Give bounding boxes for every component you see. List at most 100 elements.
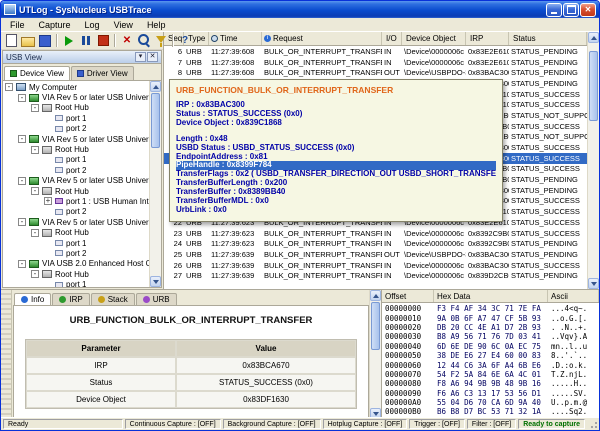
tab-label: Device View (20, 69, 64, 78)
tree-expander-icon[interactable]: - (31, 104, 39, 112)
save-log-button[interactable] (37, 33, 53, 48)
tree-item[interactable]: +port 1 : USB Human Interface Device (3, 196, 149, 206)
tree-expander-icon[interactable]: - (31, 187, 39, 195)
menu-item[interactable]: Log (78, 19, 107, 31)
tree-item[interactable]: port 2 (3, 248, 149, 258)
tree-expander-icon[interactable]: - (31, 229, 39, 237)
new-capture-button[interactable] (3, 33, 19, 48)
tab-irp[interactable]: IRP (52, 293, 89, 305)
status-segment: Continuous Capture : [OFF] (125, 419, 221, 429)
maximize-button[interactable] (563, 3, 579, 17)
tree-item[interactable]: -VIA Rev 5 or later USB Universal Host C… (3, 92, 149, 102)
help-button[interactable] (177, 33, 193, 48)
tab-stack[interactable]: Stack (91, 293, 135, 305)
column-header[interactable]: Time (209, 32, 262, 45)
trace-row[interactable]: 25URB11:27:39:639BULK_OR_INTERRUPT_TRANS… (164, 249, 587, 260)
stop-capture-button[interactable] (95, 33, 111, 48)
tree-item[interactable]: -Root Hub (3, 227, 149, 237)
tab-info[interactable]: Info (14, 293, 51, 305)
open-log-button[interactable] (20, 33, 36, 48)
find-button[interactable] (136, 33, 152, 48)
tree-item[interactable]: port 1 (3, 238, 149, 248)
tree-item[interactable]: -VIA USB 2.0 Enhanced Host Controller (3, 259, 149, 269)
scroll-thumb[interactable] (151, 93, 160, 148)
scroll-track[interactable] (370, 301, 381, 408)
scroll-down-icon[interactable] (150, 276, 161, 287)
usbview-close-button[interactable] (147, 52, 158, 62)
menu-item[interactable]: Capture (32, 19, 78, 31)
tree-item[interactable]: -VIA Rev 5 or later USB Universal Host C… (3, 134, 149, 144)
tree-expander-icon[interactable]: + (44, 197, 52, 205)
scroll-thumb[interactable] (371, 302, 380, 350)
minimize-button[interactable] (546, 3, 562, 17)
popup-title: URB_FUNCTION_BULK_OR_INTERRUPT_TRANSFER (176, 85, 496, 95)
pause-capture-button[interactable] (78, 33, 94, 48)
tree-item[interactable]: -Root Hub (3, 103, 149, 113)
close-button[interactable] (580, 3, 596, 17)
tree-item-label: VIA Rev 5 or later USB Universal Host Co… (42, 176, 149, 185)
column-header-icon (211, 35, 218, 42)
scroll-track[interactable] (588, 43, 599, 278)
tree-item[interactable]: port 2 (3, 207, 149, 217)
trace-row[interactable]: 27URB11:27:39:639BULK_OR_INTERRUPT_TRANS… (164, 270, 587, 281)
popup-field-value: USBD_STATUS_SUCCESS (0x0) (232, 144, 354, 152)
trace-row[interactable]: 8URB11:27:39:608BULK_OR_INTERRUPT_TRANSF… (164, 67, 587, 78)
tab-urb[interactable]: URB (136, 293, 177, 305)
tree-item[interactable]: -Root Hub (3, 269, 149, 279)
menu-item[interactable]: Help (140, 19, 173, 31)
tree-item[interactable]: port 2 (3, 165, 149, 175)
tree-item[interactable]: port 1 (3, 155, 149, 165)
trace-row[interactable]: 7URB11:27:39:608BULK_OR_INTERRUPT_TRANSF… (164, 57, 587, 68)
info-panel-grip[interactable] (1, 290, 12, 419)
start-capture-button[interactable] (61, 33, 77, 48)
menu-item[interactable]: View (107, 19, 140, 31)
filter-button[interactable] (153, 33, 169, 48)
scroll-up-icon[interactable] (370, 290, 381, 301)
scroll-thumb[interactable] (589, 51, 598, 121)
tree-expander-icon[interactable]: - (18, 135, 26, 143)
trace-row[interactable]: 23URB11:27:39:623BULK_OR_INTERRUPT_TRANS… (164, 228, 587, 239)
column-header[interactable]: Request (262, 32, 382, 45)
trace-scrollbar[interactable] (587, 32, 599, 289)
tree-expander-icon[interactable]: - (31, 270, 39, 278)
scroll-track[interactable] (150, 92, 161, 276)
clear-log-button[interactable] (119, 33, 135, 48)
trace-row[interactable]: 6URB11:27:39:608BULK_OR_INTERRUPT_TRANSF… (164, 46, 587, 57)
tree-scrollbar[interactable] (149, 81, 161, 287)
tree-item-icon (55, 157, 63, 163)
cell-io: OUT (382, 68, 402, 77)
tab-label: IRP (69, 295, 82, 304)
tree-expander-icon[interactable]: - (5, 83, 13, 91)
resize-grip[interactable] (588, 419, 598, 429)
usbview-pin-button[interactable] (135, 52, 146, 62)
tab-driver-view[interactable]: Driver View (71, 66, 134, 80)
tree-expander-icon[interactable]: - (18, 94, 26, 102)
tree-item[interactable]: - VIA Rev 5 or later USB Universal Host C… (3, 176, 149, 186)
info-scrollbar[interactable] (369, 290, 381, 419)
tab-device-view[interactable]: Device View (4, 66, 70, 80)
tree-item[interactable]: port 1 (3, 113, 149, 123)
scroll-down-icon[interactable] (588, 278, 599, 289)
trace-row[interactable]: 26URB11:27:39:639BULK_OR_INTERRUPT_TRANS… (164, 260, 587, 271)
scroll-up-icon[interactable] (588, 32, 599, 43)
tree-item[interactable]: port 2 (3, 124, 149, 134)
scroll-up-icon[interactable] (150, 81, 161, 92)
tree-item[interactable]: port 1 (3, 279, 149, 287)
tree-expander-icon[interactable]: - (18, 260, 26, 268)
column-header[interactable]: Device Object (402, 32, 466, 45)
column-header[interactable]: Status (509, 32, 587, 45)
tree-item[interactable]: -Root Hub (3, 186, 149, 196)
column-header[interactable]: IRP (466, 32, 509, 45)
tree-item[interactable]: -My Computer (3, 82, 149, 92)
tree-item[interactable]: -VIA Rev 5 or later USB Universal Host C… (3, 217, 149, 227)
title-bar[interactable]: UTLog - SysNucleus USBTrace (1, 1, 599, 18)
tree-item[interactable]: -Root Hub (3, 144, 149, 154)
tree-expander-icon[interactable]: - (18, 177, 26, 185)
tree-expander-icon[interactable]: - (31, 146, 39, 154)
popup-field: TransferBufferMDL0x0 (176, 197, 496, 206)
tree-expander-icon[interactable]: - (18, 218, 26, 226)
column-header[interactable]: I/O (382, 32, 402, 45)
trace-row[interactable]: 24URB11:27:39:623BULK_OR_INTERRUPT_TRANS… (164, 238, 587, 249)
menu-item[interactable]: File (3, 19, 32, 31)
parameter-name: IRP (26, 357, 176, 374)
